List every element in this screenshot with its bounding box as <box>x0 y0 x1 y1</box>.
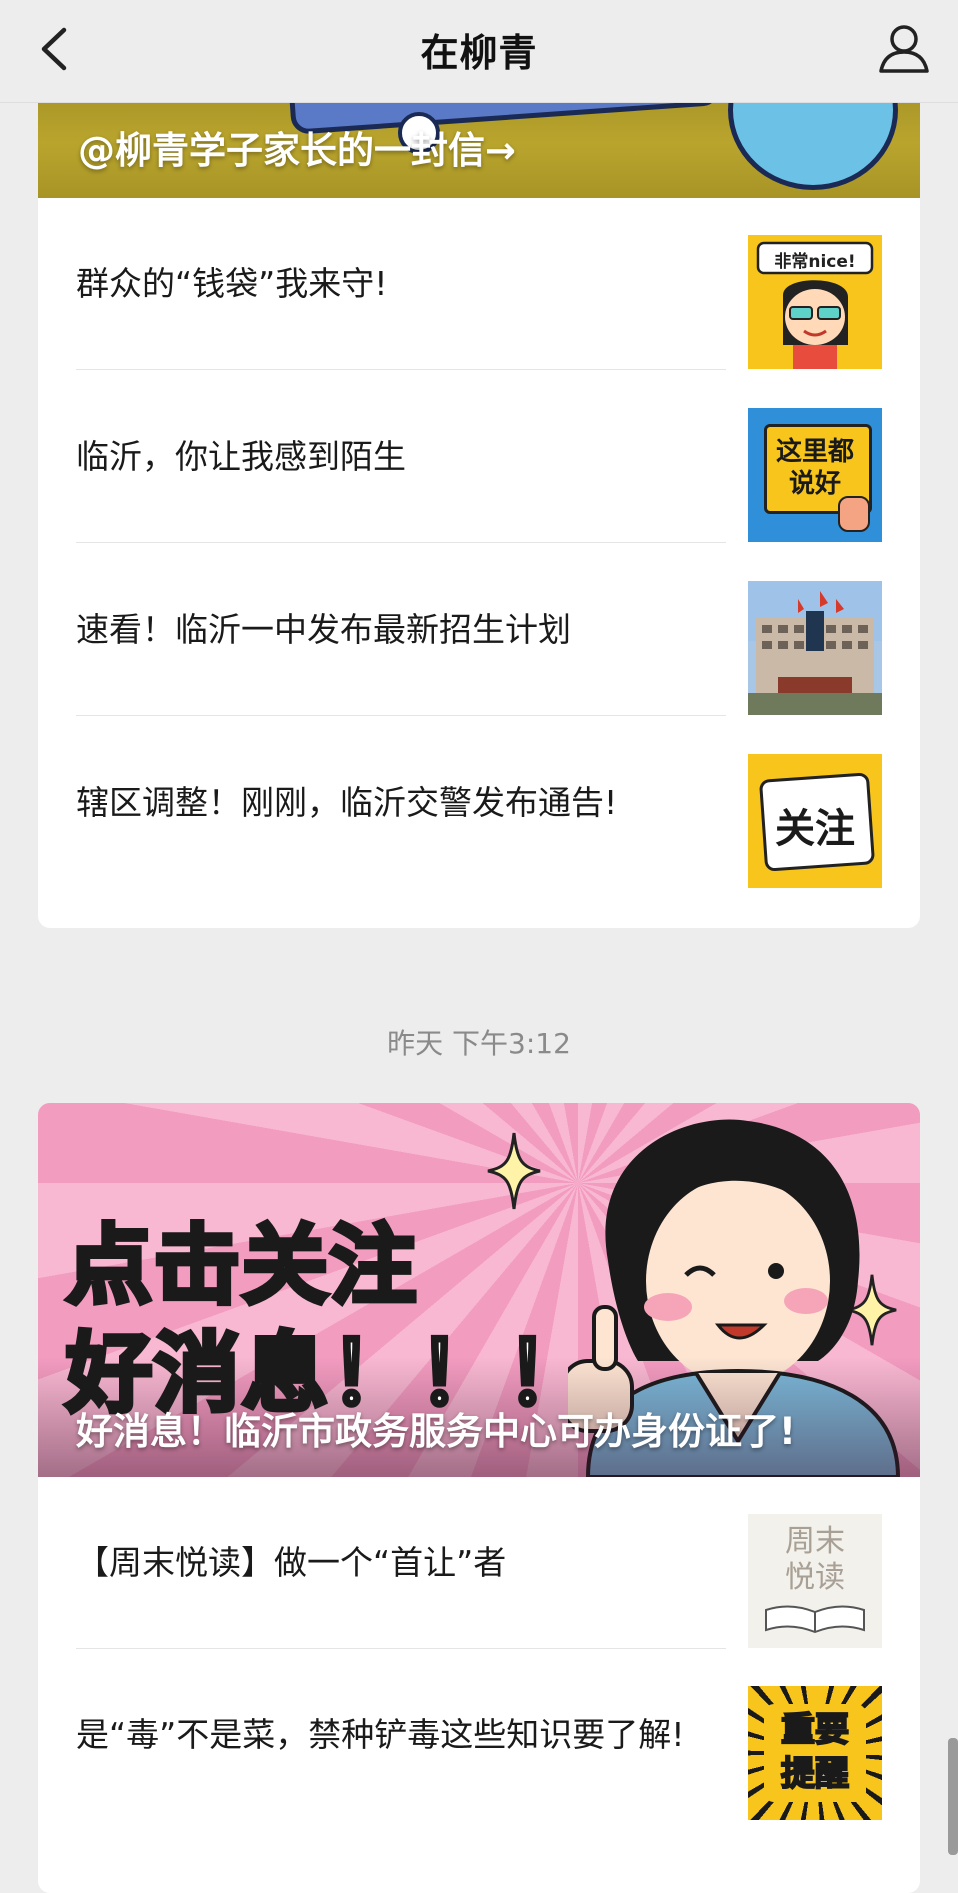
nav-bar: 在柳青 <box>0 0 958 103</box>
article-title: 临沂，你让我感到陌生 <box>76 437 406 476</box>
article-item[interactable]: 是“毒”不是菜，禁种铲毒这些知识要了解! 重要提醒 <box>76 1649 882 1821</box>
lead-article-banner[interactable]: 点击关注 好消息！！！ 好消息！临沂市政务服务中心可办身份证了! <box>38 1103 920 1477</box>
article-title: 辖区调整！刚刚，临沂交警发布通告! <box>76 783 618 822</box>
article-title: 群众的“钱袋”我来守! <box>76 264 388 303</box>
divider <box>76 542 726 543</box>
sparkle-icon <box>487 1132 541 1210</box>
divider <box>76 715 726 716</box>
thumbnail-label: 周末悦读 <box>785 1524 845 1595</box>
lead-article-title: 好消息！临沂市政务服务中心可办身份证了! <box>76 1410 796 1453</box>
thumbnail-label: 重要提醒 <box>780 1709 850 1795</box>
message-timestamp: 昨天 下午3:12 <box>387 1027 571 1060</box>
article-title: 【周末悦读】做一个“首让”者 <box>76 1543 507 1582</box>
article-item[interactable]: 速看！临沂一中发布最新招生计划 <box>76 544 882 716</box>
article-thumbnail: 非常nice! <box>748 235 882 369</box>
thumbnail-label: 非常nice! <box>774 252 856 272</box>
lead-article-title: @柳青学子家长的一封信→ <box>78 129 517 172</box>
scrollbar[interactable] <box>948 1738 958 1855</box>
open-book-icon <box>765 1605 865 1634</box>
school-building-icon <box>748 581 882 715</box>
article-thumbnail: 这里都说好 <box>748 408 882 542</box>
thumbnail-label: 关注 <box>775 806 855 852</box>
article-title: 速看！临沂一中发布最新招生计划 <box>76 610 571 649</box>
article-item[interactable]: 【周末悦读】做一个“首让”者 周末悦读 <box>76 1477 882 1649</box>
article-thumbnail: 关注 <box>748 754 882 888</box>
article-item[interactable]: 辖区调整！刚刚，临沂交警发布通告! 关注 <box>76 717 882 889</box>
user-icon[interactable] <box>876 22 932 74</box>
article-title: 是“毒”不是菜，禁种铲毒这些知识要了解! <box>76 1715 685 1754</box>
article-thumbnail <box>748 581 882 715</box>
hand-icon <box>838 496 870 532</box>
banner-headline: 点击关注 <box>64 1214 419 1319</box>
article-group-card: @柳青学子家长的一封信→ 群众的“钱袋”我来守! 非常nice! 临沂，你让我感… <box>38 60 920 928</box>
article-thumbnail: 重要提醒 <box>748 1686 882 1820</box>
thumbnail-label: 这里都说好 <box>775 437 854 499</box>
article-item[interactable]: 群众的“钱袋”我来守! 非常nice! <box>76 198 882 370</box>
page-title: 在柳青 <box>420 31 538 75</box>
divider <box>76 369 726 370</box>
article-thumbnail: 周末悦读 <box>748 1514 882 1648</box>
article-group-card: 点击关注 好消息！！！ 好消息！临沂市政务服务中心可办身份证了! 【周末悦读】做… <box>38 1103 920 1893</box>
article-item[interactable]: 临沂，你让我感到陌生 这里都说好 <box>76 371 882 543</box>
